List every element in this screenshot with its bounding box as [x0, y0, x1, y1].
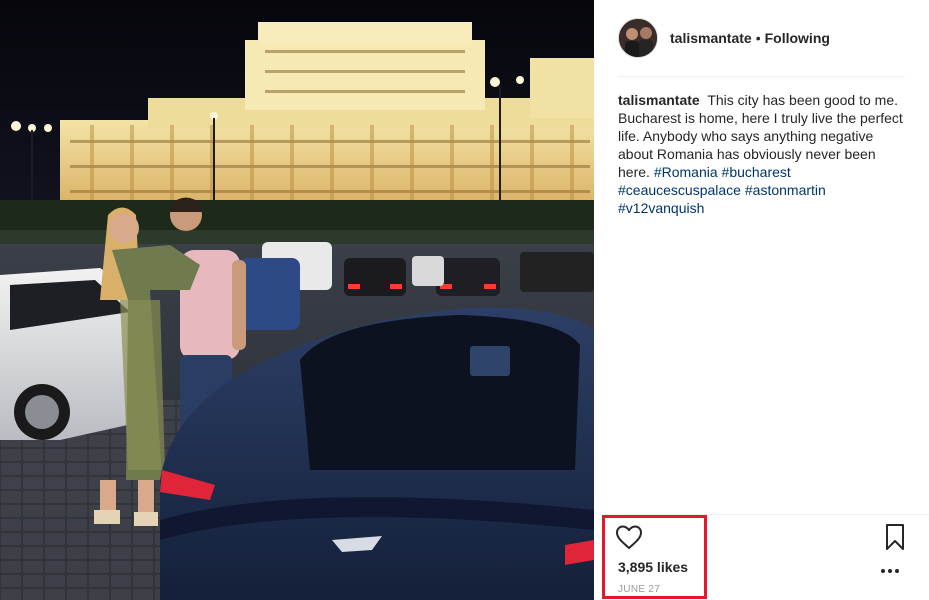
caption-username[interactable]: talismantate — [618, 92, 700, 108]
author-username[interactable]: talismantate — [670, 30, 752, 46]
more-options-icon — [881, 569, 899, 573]
hashtag-link[interactable]: #astonmartin — [745, 182, 826, 198]
post-header: talismantate • Following — [594, 0, 929, 76]
heart-icon — [616, 525, 642, 549]
bookmark-icon — [886, 524, 904, 550]
post-date[interactable]: JUNE 27 — [618, 584, 660, 595]
post-photo[interactable] — [0, 0, 594, 600]
avatar-image — [619, 19, 657, 57]
like-button[interactable] — [614, 522, 644, 552]
save-button[interactable] — [882, 522, 908, 552]
header-text: talismantate • Following — [670, 30, 830, 46]
hashtag-link[interactable]: #ceaucescuspalace — [618, 182, 741, 198]
hashtag-link[interactable]: #Romania — [654, 164, 718, 180]
likes-count[interactable]: 3,895 likes — [618, 559, 688, 575]
following-button[interactable]: Following — [765, 30, 830, 46]
actions-divider — [604, 514, 929, 515]
hashtag-link[interactable]: #v12vanquish — [618, 200, 704, 216]
instagram-post: talismantate • Following talismantate This… — [0, 0, 929, 600]
hashtag-link[interactable]: #bucharest — [722, 164, 791, 180]
header-separator: • — [755, 30, 761, 46]
more-options-button[interactable] — [878, 561, 902, 577]
post-caption: talismantate This city has been good to … — [618, 91, 908, 217]
avatar[interactable] — [618, 18, 658, 58]
header-divider — [618, 76, 905, 77]
photo-bucharest-palace-night — [0, 0, 594, 600]
post-side-panel: talismantate • Following talismantate This… — [594, 0, 929, 600]
